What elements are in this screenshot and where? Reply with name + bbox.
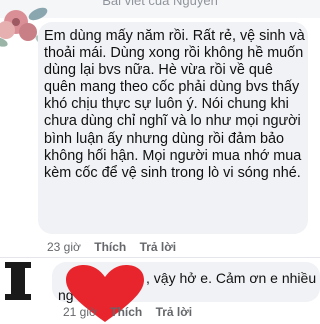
reply-button[interactable]: Trả lời [156, 305, 193, 319]
comment-time[interactable]: 23 giờ [47, 240, 81, 254]
reply-actions: 21 giờ Thích Trả lời [63, 305, 202, 319]
divider [0, 257, 320, 258]
avatar[interactable] [5, 262, 31, 300]
like-button[interactable]: Thích [110, 305, 142, 319]
comment-actions: 23 giờ Thích Trả lời [47, 240, 186, 254]
reply-text: , vậy hở e. Cảm ơn e nhiều [146, 270, 317, 286]
like-button[interactable]: Thích [94, 240, 126, 254]
comment-text: Em dùng mấy năm rồi. Rất rẻ, vệ sinh và … [44, 28, 305, 181]
reply-button[interactable]: Trả lời [140, 240, 177, 254]
reply-time[interactable]: 21 giờ [63, 305, 97, 319]
